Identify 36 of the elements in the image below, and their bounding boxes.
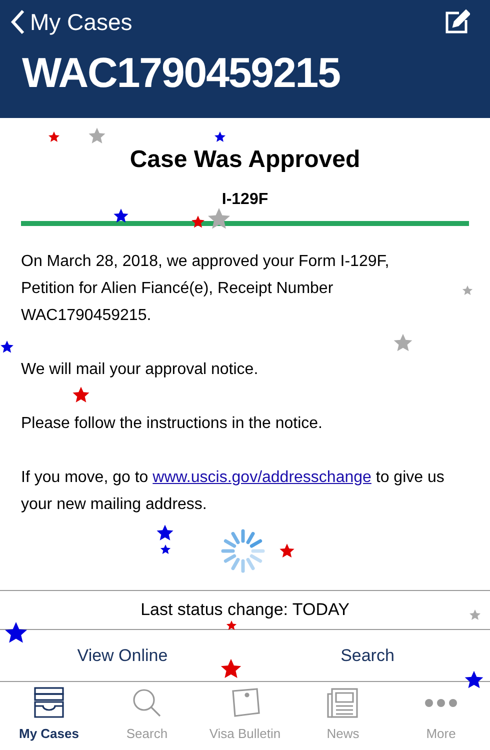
- more-icon: [424, 698, 458, 708]
- star-icon: [72, 386, 90, 404]
- edit-icon[interactable]: [444, 9, 470, 35]
- star-icon: [214, 131, 226, 143]
- case-number: WAC1790459215: [22, 52, 341, 94]
- back-button[interactable]: My Cases: [10, 4, 132, 40]
- loading-spinner-icon: [220, 528, 266, 574]
- star-icon: [464, 670, 484, 690]
- message-paragraph: On March 28, 2018, we approved your Form I-129F, Petition for Alien Fiancé(e), Receipt Number WAC1790459215.: [21, 252, 390, 326]
- star-icon: [191, 215, 205, 229]
- star-icon: [207, 207, 231, 231]
- inbox-tray-icon: [32, 686, 66, 720]
- star-icon: [220, 658, 242, 680]
- action-button[interactable]: Search: [245, 630, 490, 681]
- form-number: I-129F: [220, 190, 270, 210]
- message-paragraph: If you move, go to www.uscis.gov/addresschange to give us your new mailing address.: [21, 468, 446, 515]
- star-icon: [88, 127, 106, 145]
- star-icon: [393, 333, 413, 353]
- star-icon: [0, 340, 14, 354]
- star-icon: [48, 131, 60, 143]
- message-paragraph: We will mail your approval notice.: [21, 360, 260, 380]
- star-icon: [113, 208, 129, 224]
- action-button[interactable]: View Online: [0, 630, 245, 681]
- star-icon: [279, 543, 295, 559]
- star-icon: [156, 524, 174, 542]
- newspaper-icon: [326, 686, 360, 720]
- star-icon: [226, 620, 237, 631]
- star-icon: [4, 621, 28, 645]
- address-change-link[interactable]: www.uscis.gov/addresschange: [152, 469, 372, 486]
- message-paragraph: Please follow the instructions in the notice.: [21, 414, 324, 434]
- star-icon: [469, 609, 481, 621]
- star-icon: [160, 544, 171, 555]
- star-icon: [462, 285, 473, 296]
- status-title: Case Was Approved: [128, 145, 362, 175]
- tab-bar-item[interactable]: My Cases: [0, 683, 98, 750]
- chevron-left-icon: [10, 9, 26, 35]
